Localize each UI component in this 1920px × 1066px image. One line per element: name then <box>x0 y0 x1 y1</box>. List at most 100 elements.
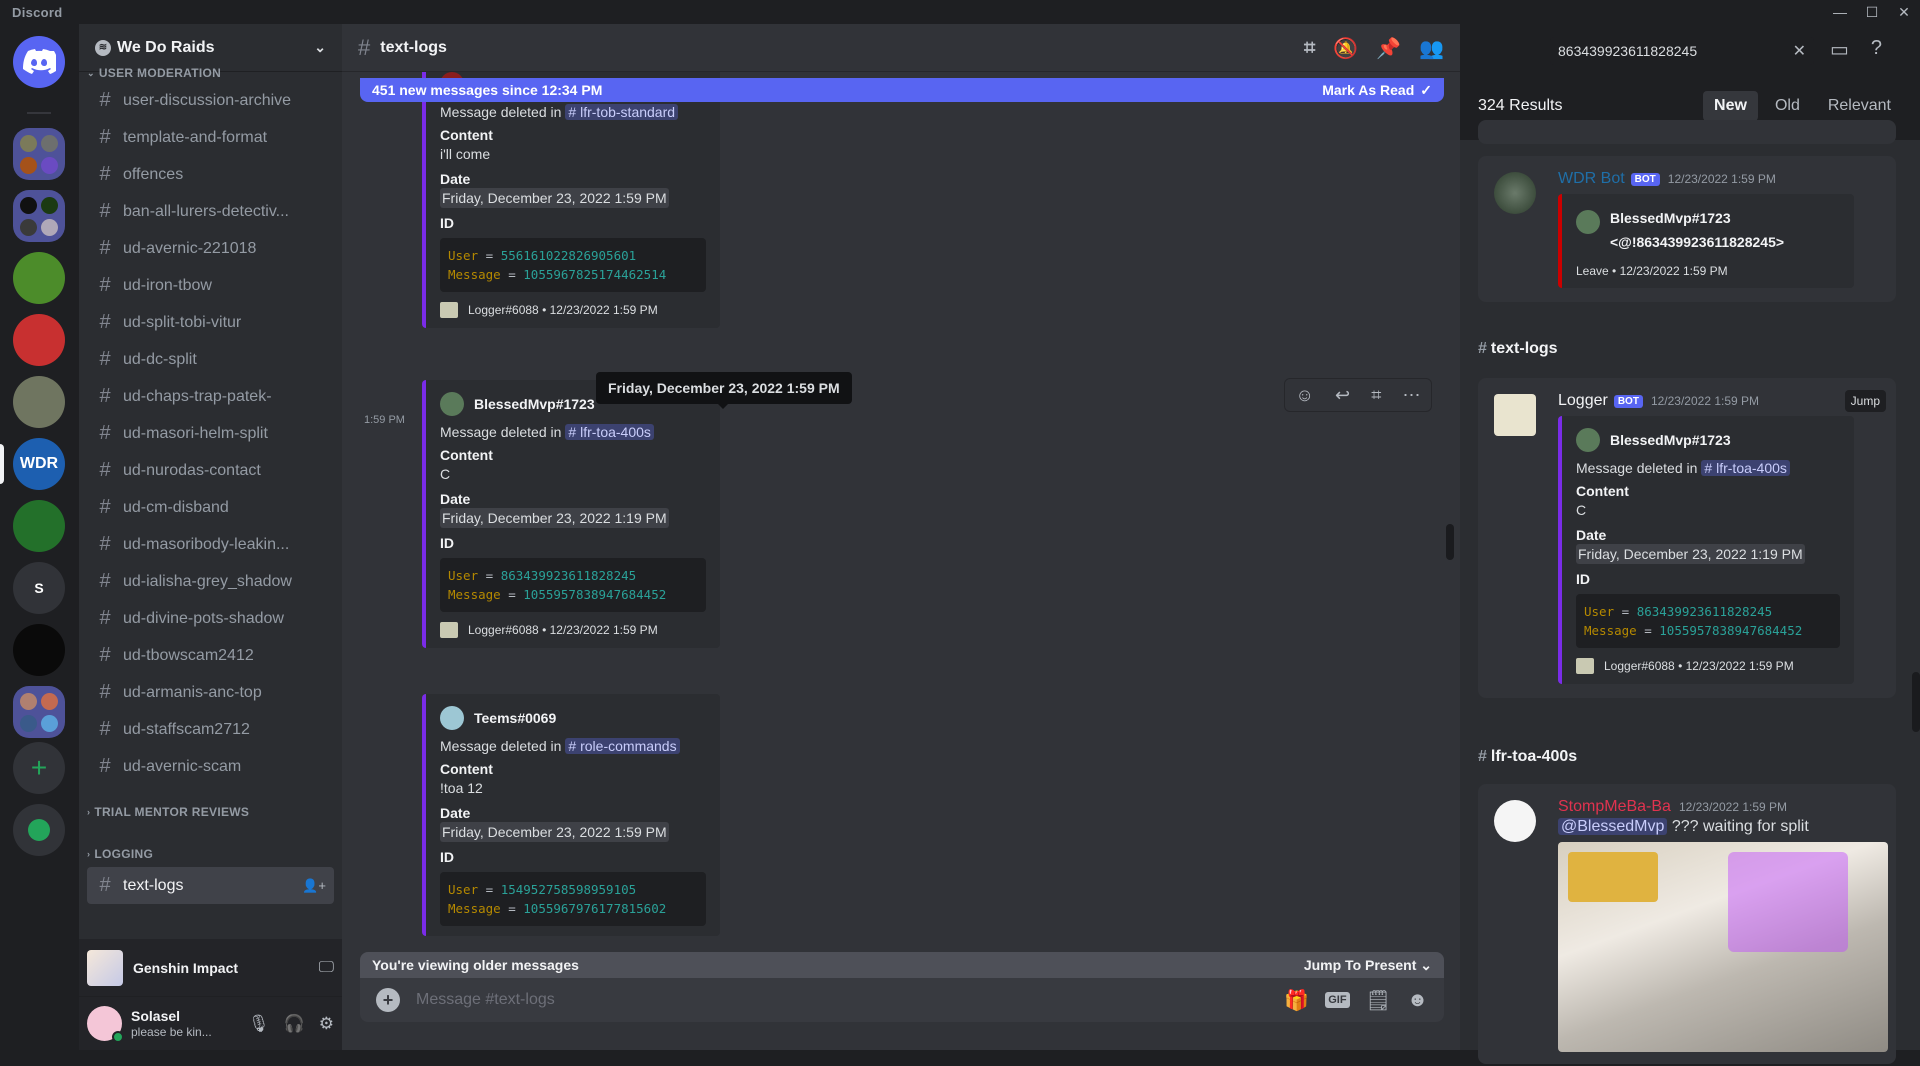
search-box[interactable]: 863439923611828245 ✕ <box>1550 37 1814 65</box>
mute-bell-icon[interactable]: 🔕 <box>1333 36 1358 61</box>
server-icon-helmet-server[interactable] <box>13 314 65 366</box>
add-server-button[interactable]: + <box>13 742 65 794</box>
inbox-icon[interactable]: ▭ <box>1830 37 1849 62</box>
channel-item[interactable]: # ud-divine-pots-shadow <box>87 600 334 637</box>
channel-item[interactable]: # ud-dc-split <box>87 341 334 378</box>
code-equals: = <box>500 267 524 282</box>
new-messages-banner[interactable]: 451 new messages since 12:34 PM Mark As … <box>360 78 1444 102</box>
mark-as-read-button[interactable]: Mark As Read ✓ <box>1322 82 1432 99</box>
jump-to-present-label: Jump To Present <box>1303 956 1417 973</box>
result-author[interactable]: StompMeBa-Ba <box>1558 798 1671 816</box>
category-logging[interactable]: › LOGGING <box>79 845 342 863</box>
server-icon-folder-3[interactable] <box>13 686 65 738</box>
result-author[interactable]: WDR Bot <box>1558 170 1625 188</box>
category-user-moderation[interactable]: ⌄ USER MODERATION <box>79 64 342 82</box>
channel-item[interactable]: # offences <box>87 156 334 193</box>
emoji-icon[interactable]: ☻ <box>1407 989 1428 1012</box>
server-folder-thumb <box>41 218 58 236</box>
attach-plus-icon[interactable]: + <box>376 988 400 1012</box>
channel-mention[interactable]: # lfr-tob-standard <box>565 104 679 120</box>
result-card[interactable]: StompMeBa-Ba 12/23/2022 1:59 PM @BlessedMv… <box>1478 784 1896 1064</box>
server-icon-folder-2[interactable] <box>13 190 65 242</box>
server-icon-folder-1[interactable] <box>13 128 65 180</box>
gift-icon[interactable]: 🎁 <box>1284 988 1309 1013</box>
channel-item[interactable]: # ud-avernic-scam <box>87 748 334 785</box>
logger-avatar <box>1494 394 1536 436</box>
channel-item[interactable]: # ud-masori-helm-split <box>87 415 334 452</box>
user-mention[interactable]: @BlessedMvp <box>1558 818 1668 835</box>
channel-item[interactable]: # text-logs 👤+ <box>87 867 334 904</box>
explore-button[interactable] <box>13 804 65 856</box>
embed-user-mention: <@!863439923611828245> <box>1610 234 1785 250</box>
channel-item[interactable]: # ud-avernic-221018 <box>87 230 334 267</box>
help-icon[interactable]: ? <box>1871 37 1882 62</box>
result-author[interactable]: Logger <box>1558 392 1608 410</box>
bot-badge: BOT <box>1630 172 1660 186</box>
pin-icon[interactable]: 📌 <box>1376 36 1401 61</box>
reply-icon[interactable]: ↩ <box>1335 385 1350 406</box>
microphone-icon[interactable]: 🎙 <box>248 1014 270 1034</box>
minimize-button[interactable]: — <box>1825 0 1855 24</box>
server-icon-vine-server[interactable] <box>13 376 65 428</box>
stream-screen-icon[interactable]: 🖵 <box>319 959 334 977</box>
channel-item[interactable]: # ud-ialisha-grey_shadow <box>87 563 334 600</box>
gear-icon[interactable]: ⚙ <box>319 1014 334 1034</box>
activity-panel[interactable]: Genshin Impact 🖵 <box>79 939 342 997</box>
search-input[interactable]: 863439923611828245 <box>1558 43 1697 59</box>
create-thread-icon[interactable]: ⌗ <box>1371 385 1381 406</box>
channel-item[interactable]: # ud-chaps-trap-patek- <box>87 378 334 415</box>
clear-search-icon[interactable]: ✕ <box>1793 41 1806 61</box>
members-icon[interactable]: 👥 <box>1419 36 1444 61</box>
image-attachment[interactable] <box>1558 842 1888 1052</box>
embed-author-name: BlessedMvp#1723 <box>1610 210 1731 226</box>
result-card[interactable]: WDR Bot BOT 12/23/2022 1:59 PM BlessedMvp#1… <box>1478 156 1896 302</box>
add-reaction-icon[interactable]: ☺ <box>1296 385 1314 406</box>
channel-mention[interactable]: # lfr-toa-400s <box>565 424 654 440</box>
channel-item[interactable]: # ban-all-lurers-detectiv... <box>87 193 334 230</box>
invite-user-icon[interactable]: 👤+ <box>302 878 326 894</box>
home-button[interactable] <box>13 36 65 88</box>
channel-item[interactable]: # ud-armanis-anc-top <box>87 674 334 711</box>
channel-item[interactable]: # template-and-format <box>87 119 334 156</box>
channel-mention[interactable]: # lfr-toa-400s <box>1701 460 1790 476</box>
channel-item[interactable]: # ud-nurodas-contact <box>87 452 334 489</box>
locked-channel-hash-icon: # <box>99 274 111 296</box>
maximize-button[interactable]: ☐ <box>1857 0 1887 24</box>
server-icon-s[interactable]: S <box>13 562 65 614</box>
chat-scrollbar[interactable] <box>1446 524 1454 560</box>
server-icon-cornfield-server[interactable] <box>13 252 65 304</box>
code-value: 1055967976177815602 <box>523 901 667 916</box>
result-card[interactable]: Logger BOT 12/23/2022 1:59 PM Jump BlessedMv… <box>1478 378 1896 698</box>
channel-item[interactable]: # ud-split-tobi-vitur <box>87 304 334 341</box>
server-icon-brain-server[interactable] <box>13 500 65 552</box>
sort-tab-old[interactable]: Old <box>1764 91 1811 121</box>
channel-item[interactable]: # ud-iron-tbow <box>87 267 334 304</box>
sticker-icon[interactable]: 🗒 <box>1366 988 1391 1013</box>
sort-tab-relevant[interactable]: Relevant <box>1817 91 1902 121</box>
headphones-icon[interactable]: 🎧 <box>284 1014 305 1034</box>
results-scrollbar[interactable] <box>1912 672 1920 732</box>
result-message: StompMeBa-Ba 12/23/2022 1:59 PM @BlessedMv… <box>1478 784 1896 1066</box>
message-input[interactable]: Message #text-logs <box>416 991 555 1009</box>
threads-icon[interactable]: ⌗ <box>1304 37 1315 60</box>
locked-channel-hash-icon: # <box>99 89 111 111</box>
jump-to-present-button[interactable]: Jump To Present ⌄ <box>1304 957 1432 974</box>
close-button[interactable]: ✕ <box>1889 0 1919 24</box>
channel-mention[interactable]: # role-commands <box>565 738 680 754</box>
field-label-content: Content <box>440 447 493 463</box>
gif-button[interactable]: GIF <box>1325 992 1350 1008</box>
channel-item[interactable]: # ud-tbowscam2412 <box>87 637 334 674</box>
sort-tab-new[interactable]: New <box>1703 91 1758 121</box>
channel-item[interactable]: # ud-staffscam2712 <box>87 711 334 748</box>
server-icon-wdr[interactable]: WDR <box>13 438 65 490</box>
channel-item[interactable]: # ud-masoribody-leakin... <box>87 526 334 563</box>
more-options-icon[interactable]: ⋯ <box>1402 385 1420 406</box>
category-trial-mentor-reviews[interactable]: › TRIAL MENTOR REVIEWS <box>79 803 342 821</box>
server-icon-star-server[interactable] <box>13 624 65 676</box>
channel-item[interactable]: # user-discussion-archive <box>87 82 334 119</box>
server-folder-thumb <box>41 714 58 732</box>
code-line: User = 556161022826905601 <box>448 246 698 265</box>
user-avatar[interactable] <box>87 1006 124 1043</box>
jump-button[interactable]: Jump <box>1844 390 1886 412</box>
channel-item[interactable]: # ud-cm-disband <box>87 489 334 526</box>
